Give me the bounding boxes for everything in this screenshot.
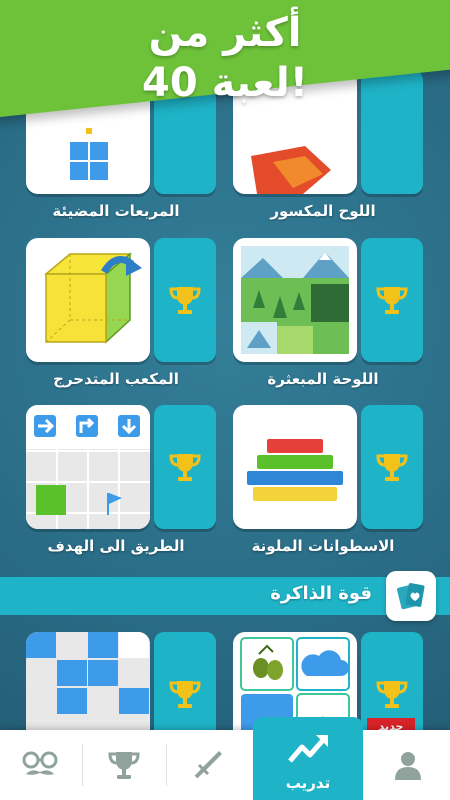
game-card-rolling-cube[interactable]: المكعب المتدحرج xyxy=(26,238,216,388)
trend-up-icon xyxy=(288,735,328,763)
trophy-icon xyxy=(376,287,408,314)
user-icon xyxy=(395,752,421,780)
colored-cylinders-thumbnail xyxy=(233,405,357,529)
game-name: الاسطوانات الملونة xyxy=(251,537,395,555)
trophy-panel xyxy=(154,405,216,529)
nav-divider xyxy=(82,744,83,786)
nav-training-label: تدريب xyxy=(285,774,331,792)
section-title: قوة الذاكرة xyxy=(270,583,372,604)
game-card-scattered-board[interactable]: اللوحة المبعثرة xyxy=(233,238,423,388)
trophy-icon xyxy=(108,752,140,779)
game-card-path-to-goal[interactable]: الطريق الى الهدف xyxy=(26,405,216,555)
sword-icon xyxy=(194,751,222,779)
trophy-panel xyxy=(361,405,423,529)
trophy-panel xyxy=(361,238,423,362)
scattered-board-thumbnail xyxy=(233,238,357,362)
path-to-goal-thumbnail xyxy=(26,405,150,529)
game-name: الطريق الى الهدف xyxy=(47,537,185,555)
rolling-cube-thumbnail xyxy=(26,238,150,362)
glasses-mustache-icon xyxy=(22,751,58,775)
game-name: المربعات المضيئة xyxy=(52,202,180,220)
game-name: اللوح المكسور xyxy=(270,202,376,220)
trophy-icon xyxy=(169,681,201,708)
banner-line-2: 40 لعبة! xyxy=(141,60,309,106)
game-name: اللوحة المبعثرة xyxy=(267,370,379,388)
banner-line-1: أكثر من xyxy=(148,10,302,56)
promo-banner-text: أكثر من 40 لعبة! xyxy=(0,8,450,108)
bottom-navigation xyxy=(0,730,450,800)
trophy-icon xyxy=(376,681,408,708)
nav-training-tab[interactable]: تدريب xyxy=(253,717,363,800)
memory-cards-icon xyxy=(386,571,436,621)
game-name: المكعب المتدحرج xyxy=(53,370,179,388)
nav-divider xyxy=(166,744,167,786)
nav-battle[interactable] xyxy=(168,730,248,800)
nav-achievements[interactable] xyxy=(84,730,164,800)
trophy-icon xyxy=(169,287,201,314)
trophy-icon xyxy=(169,454,201,481)
trophy-icon xyxy=(376,454,408,481)
trophy-panel xyxy=(154,238,216,362)
nav-profile[interactable] xyxy=(0,730,80,800)
nav-home[interactable] xyxy=(368,730,448,800)
memory-section-header: قوة الذاكرة xyxy=(0,571,450,621)
game-card-colored-cylinders[interactable]: الاسطوانات الملونة xyxy=(233,405,423,555)
